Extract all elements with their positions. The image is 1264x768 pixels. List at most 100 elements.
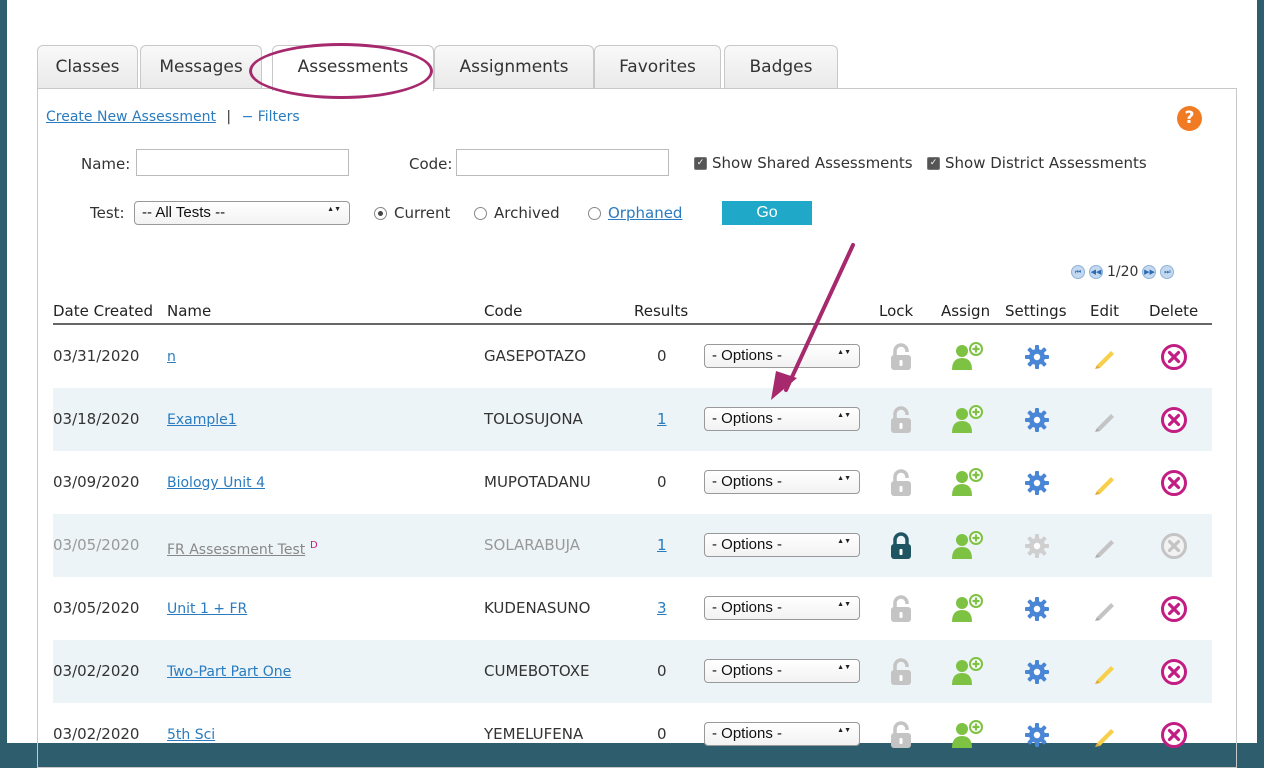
gear-icon[interactable] — [1022, 325, 1052, 388]
select-arrows-icon: ▲▼ — [837, 601, 851, 608]
lock-open-icon[interactable] — [886, 451, 916, 514]
tab-classes[interactable]: Classes — [37, 45, 138, 89]
table-row: 03/09/2020 Biology Unit 4 MUPOTADANU 0 - Opt… — [53, 451, 1212, 514]
gear-icon[interactable] — [1022, 640, 1052, 703]
results-link[interactable]: 1 — [657, 536, 667, 554]
assign-user-icon[interactable] — [948, 514, 988, 577]
help-icon[interactable]: ? — [1177, 106, 1202, 131]
create-assessment-link[interactable]: Create New Assessment — [46, 109, 216, 125]
tab-messages[interactable]: Messages — [140, 45, 262, 89]
tab-assignments[interactable]: Assignments — [434, 45, 594, 89]
pencil-icon[interactable] — [1090, 703, 1120, 766]
page-indicator: 1/20 — [1107, 264, 1139, 280]
options-select[interactable]: - Options - ▲▼ — [704, 722, 860, 746]
delete-icon[interactable] — [1157, 640, 1191, 703]
column-header: Settings — [1005, 302, 1067, 320]
gear-icon[interactable] — [1022, 451, 1052, 514]
table-row: 03/05/2020 FR Assessment Test D SOLARABUJA… — [53, 514, 1212, 577]
date-created: 03/05/2020 — [53, 599, 140, 617]
name-cell: Example1 — [167, 388, 237, 452]
delete-icon[interactable] — [1157, 325, 1191, 388]
lock-open-icon[interactable] — [886, 325, 916, 388]
assign-user-icon[interactable] — [948, 703, 988, 766]
delete-icon[interactable] — [1157, 388, 1191, 451]
gear-icon[interactable] — [1022, 577, 1052, 640]
filters-toggle[interactable]: − Filters — [242, 109, 300, 125]
assign-user-icon[interactable] — [948, 640, 988, 703]
options-select[interactable]: - Options - ▲▼ — [704, 533, 860, 557]
gear-icon — [1022, 514, 1052, 577]
date-created: 03/02/2020 — [53, 662, 140, 680]
tab-favorites[interactable]: Favorites — [594, 45, 721, 89]
assessment-name-link[interactable]: Two-Part Part One — [167, 664, 291, 680]
radio-current[interactable]: Current — [374, 204, 450, 222]
lock-open-icon[interactable] — [886, 577, 916, 640]
go-button[interactable]: Go — [722, 201, 812, 225]
column-header: Name — [167, 302, 212, 320]
pencil-icon[interactable] — [1090, 451, 1120, 514]
last-page-icon[interactable]: ⏭ — [1160, 265, 1175, 279]
test-select[interactable]: -- All Tests -- ▲▼ — [134, 201, 350, 225]
delete-icon[interactable] — [1157, 703, 1191, 766]
select-arrows-icon: ▲▼ — [837, 538, 851, 545]
results-link[interactable]: 3 — [657, 599, 667, 617]
results-link[interactable]: 1 — [657, 410, 667, 428]
options-select[interactable]: - Options - ▲▼ — [704, 344, 860, 368]
assessment-name-link[interactable]: FR Assessment Test — [167, 542, 305, 558]
options-select[interactable]: - Options - ▲▼ — [704, 659, 860, 683]
radio-orphaned[interactable]: Orphaned — [588, 204, 682, 222]
assign-user-icon[interactable] — [948, 388, 988, 451]
options-select-value: - Options - — [712, 662, 783, 679]
name-input[interactable] — [136, 149, 349, 176]
show-shared-checkbox[interactable]: ✓ Show Shared Assessments — [694, 154, 913, 172]
pencil-icon[interactable] — [1090, 640, 1120, 703]
column-header: Lock — [879, 302, 914, 320]
show-district-checkbox[interactable]: ✓ Show District Assessments — [927, 154, 1147, 172]
pencil-icon[interactable] — [1090, 325, 1120, 388]
options-select-value: - Options - — [712, 473, 783, 490]
prev-page-icon[interactable]: ◀◀ — [1089, 265, 1103, 279]
code-label: Code: — [409, 155, 453, 173]
name-cell: Two-Part Part One — [167, 640, 291, 704]
assessment-name-link[interactable]: Biology Unit 4 — [167, 475, 265, 491]
delete-icon[interactable] — [1157, 577, 1191, 640]
assessment-name-link[interactable]: 5th Sci — [167, 727, 215, 743]
results-value: 0 — [657, 473, 667, 491]
gear-icon[interactable] — [1022, 703, 1052, 766]
options-select-value: - Options - — [712, 410, 783, 427]
assign-user-icon[interactable] — [948, 325, 988, 388]
lock-closed-icon[interactable] — [886, 514, 916, 577]
assign-user-icon[interactable] — [948, 451, 988, 514]
lock-open-icon[interactable] — [886, 703, 916, 766]
assign-user-icon[interactable] — [948, 577, 988, 640]
radio-selected-icon — [374, 206, 387, 220]
results-cell: 0 — [657, 640, 667, 703]
options-select[interactable]: - Options - ▲▼ — [704, 470, 860, 494]
date-created: 03/02/2020 — [53, 725, 140, 743]
table-row: 03/05/2020 Unit 1 + FR KUDENASUNO 3 - Option… — [53, 577, 1212, 640]
name-cell: Biology Unit 4 — [167, 451, 265, 515]
next-page-icon[interactable]: ▶▶ — [1142, 265, 1157, 279]
radio-orphaned-label[interactable]: Orphaned — [608, 204, 682, 222]
table-row: 03/02/2020 5th Sci YEMELUFENA 0 - Options - ▲… — [53, 703, 1212, 766]
code-input[interactable] — [456, 149, 669, 176]
lock-open-icon[interactable] — [886, 388, 916, 451]
lock-open-icon[interactable] — [886, 640, 916, 703]
tab-assessments[interactable]: Assessments — [272, 45, 434, 91]
tab-badges[interactable]: Badges — [724, 45, 838, 89]
assessment-name-link[interactable]: Example1 — [167, 412, 237, 428]
options-select[interactable]: - Options - ▲▼ — [704, 407, 860, 431]
assessment-name-link[interactable]: n — [167, 349, 176, 365]
name-cell: 5th Sci — [167, 703, 215, 767]
date-created: 03/31/2020 — [53, 347, 140, 365]
options-select[interactable]: - Options - ▲▼ — [704, 596, 860, 620]
delete-icon[interactable] — [1157, 451, 1191, 514]
first-page-icon[interactable]: ⏮ — [1071, 265, 1085, 279]
radio-archived[interactable]: Archived — [474, 204, 560, 222]
name-label: Name: — [81, 155, 131, 173]
results-cell: 1 — [657, 388, 667, 451]
assessment-name-link[interactable]: Unit 1 + FR — [167, 601, 247, 617]
results-value: 0 — [657, 725, 667, 743]
pencil-icon — [1090, 514, 1120, 577]
gear-icon[interactable] — [1022, 388, 1052, 451]
